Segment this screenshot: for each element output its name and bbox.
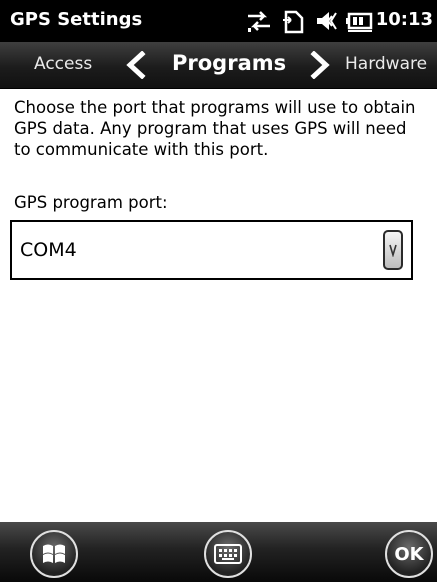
windows-start-icon [43, 544, 65, 563]
app-title: GPS Settings [10, 9, 143, 30]
keyboard-button[interactable] [204, 530, 252, 578]
tab-bar: Access Programs Hardware [0, 42, 437, 89]
chevron-left-icon[interactable] [124, 51, 148, 79]
ok-button[interactable]: OK [385, 530, 433, 578]
port-label: GPS program port: [14, 193, 168, 212]
ok-label: OK [394, 543, 424, 565]
port-dropdown-value: COM4 [20, 239, 77, 261]
data-connection-icon [248, 11, 270, 32]
title-bar: GPS Settings 10:13 [0, 0, 437, 42]
battery-icon [346, 12, 373, 32]
chevron-down-icon [389, 244, 397, 257]
sim-icon [283, 10, 304, 34]
clock[interactable]: 10:13 [376, 9, 433, 30]
status-icons[interactable] [244, 6, 374, 36]
softkey-bar: OK [0, 522, 437, 582]
tab-hardware[interactable]: Hardware [345, 54, 427, 74]
tab-access[interactable]: Access [34, 54, 92, 74]
description-text: Choose the port that programs will use t… [14, 98, 416, 159]
chevron-right-icon[interactable] [308, 51, 332, 79]
tab-programs[interactable]: Programs [172, 51, 286, 75]
start-button[interactable] [30, 530, 78, 578]
keyboard-icon [214, 544, 242, 564]
dropdown-arrow-button[interactable] [383, 230, 403, 270]
volume-icon [317, 12, 337, 30]
port-dropdown[interactable]: COM4 [10, 220, 413, 280]
